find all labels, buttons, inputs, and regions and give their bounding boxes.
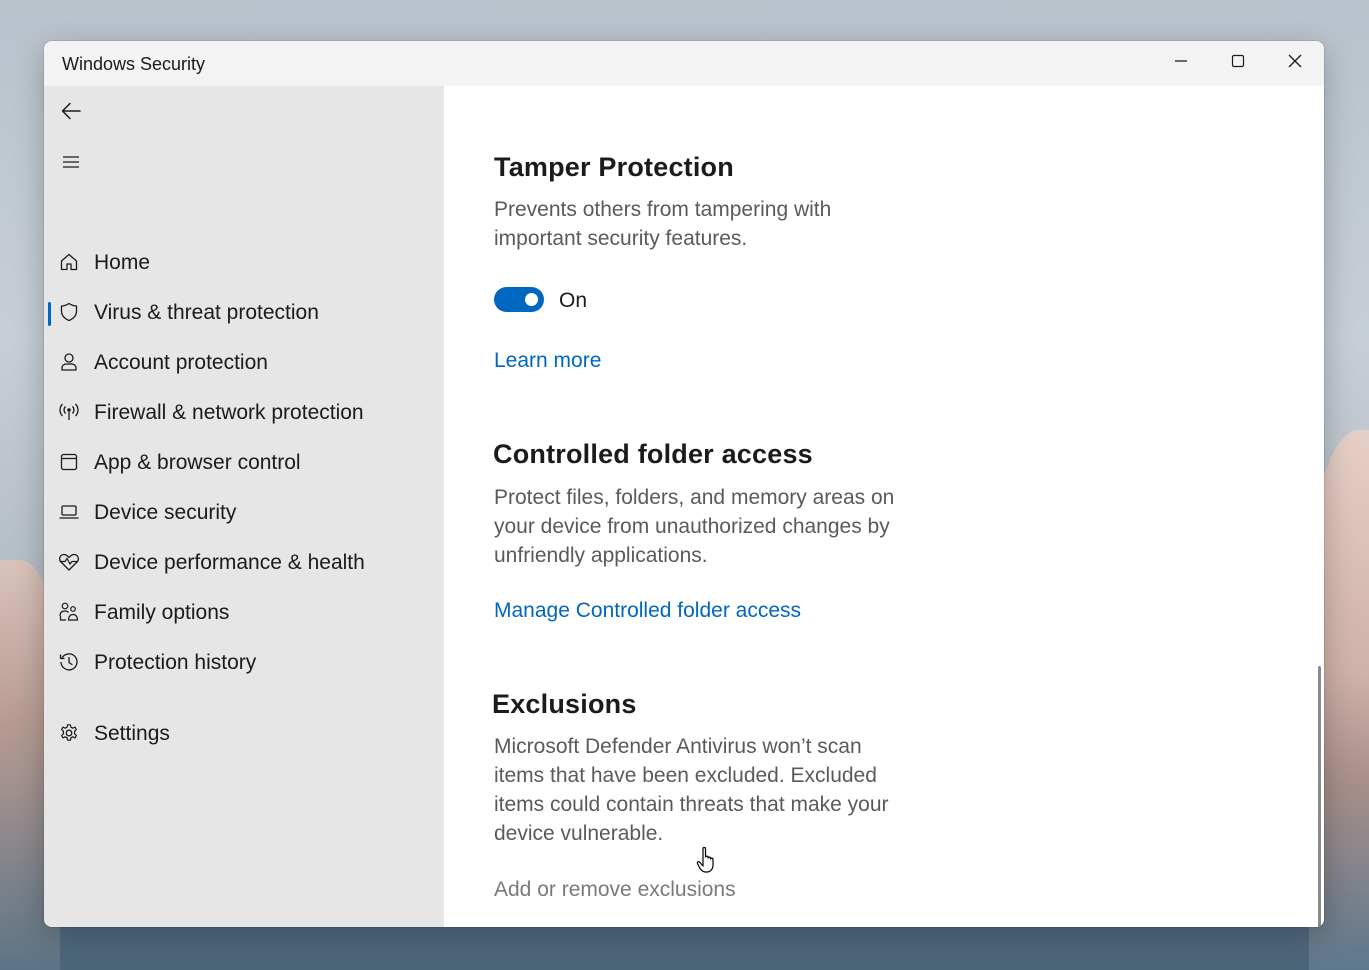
controlled-folder-access-heading: Controlled folder access bbox=[493, 439, 813, 469]
title-bar: Windows Security bbox=[44, 41, 1324, 86]
exclusions-description: Microsoft Defender Antivirus won’t scan … bbox=[494, 735, 889, 845]
person-icon bbox=[58, 351, 80, 373]
back-button[interactable] bbox=[56, 96, 86, 126]
maximize-button[interactable] bbox=[1209, 41, 1266, 81]
sidebar-item-label: Device performance & health bbox=[94, 551, 365, 574]
hamburger-menu-icon bbox=[63, 156, 79, 168]
laptop-icon bbox=[58, 501, 80, 523]
sidebar-item-firewall-network-protection[interactable]: Firewall & network protection bbox=[44, 390, 444, 434]
menu-button[interactable] bbox=[56, 147, 86, 177]
home-icon bbox=[58, 251, 80, 273]
main-content: Tamper Protection Prevents others from t… bbox=[444, 86, 1324, 927]
tamper-protection-toggle[interactable] bbox=[494, 287, 544, 312]
sidebar-item-label: Virus & threat protection bbox=[94, 301, 319, 324]
history-icon bbox=[58, 651, 80, 673]
tamper-protection-heading: Tamper Protection bbox=[494, 152, 734, 182]
sidebar-item-account-protection[interactable]: Account protection bbox=[44, 340, 444, 384]
sidebar-item-label: Home bbox=[94, 251, 151, 274]
close-button[interactable] bbox=[1266, 41, 1323, 81]
vertical-scrollbar[interactable] bbox=[1318, 666, 1321, 927]
family-icon bbox=[58, 601, 80, 623]
sidebar-item-settings[interactable]: Settings bbox=[44, 711, 444, 755]
sidebar-item-label: Firewall & network protection bbox=[94, 401, 364, 424]
antenna-icon bbox=[58, 401, 80, 423]
gear-icon bbox=[58, 722, 80, 744]
sidebar-item-label: Settings bbox=[94, 722, 170, 745]
sidebar-item-family-options[interactable]: Family options bbox=[44, 590, 444, 634]
sidebar-item-label: Account protection bbox=[94, 351, 268, 374]
sidebar-item-label: Protection history bbox=[94, 651, 257, 674]
toggle-knob bbox=[525, 293, 538, 306]
controlled-folder-access-description: Protect files, folders, and memory areas… bbox=[494, 486, 895, 567]
hand-pointer-cursor-icon bbox=[696, 846, 714, 873]
manage-controlled-folder-access-link[interactable]: Manage Controlled folder access bbox=[494, 599, 801, 623]
toggle-state-label: On bbox=[559, 289, 588, 312]
selected-indicator bbox=[48, 302, 51, 326]
windows-security-window: Windows Security Home Virus & threat pro… bbox=[44, 41, 1324, 927]
app-window-icon bbox=[58, 451, 80, 473]
minimize-icon bbox=[1174, 60, 1187, 62]
sidebar-item-device-performance-health[interactable]: Device performance & health bbox=[44, 540, 444, 584]
sidebar-item-label: Family options bbox=[94, 601, 230, 624]
navigation-sidebar: Home Virus & threat protection Account p… bbox=[44, 86, 444, 927]
shield-icon bbox=[58, 301, 80, 323]
sidebar-item-home[interactable]: Home bbox=[44, 240, 444, 284]
heart-pulse-icon bbox=[58, 551, 80, 573]
add-remove-exclusions-link[interactable]: Add or remove exclusions bbox=[494, 878, 736, 902]
exclusions-heading: Exclusions bbox=[492, 689, 637, 719]
sidebar-item-virus-threat-protection[interactable]: Virus & threat protection bbox=[44, 290, 444, 334]
sidebar-item-label: App & browser control bbox=[94, 451, 301, 474]
sidebar-item-device-security[interactable]: Device security bbox=[44, 490, 444, 534]
learn-more-link[interactable]: Learn more bbox=[494, 349, 601, 373]
back-arrow-icon bbox=[61, 102, 81, 120]
sidebar-item-protection-history[interactable]: Protection history bbox=[44, 640, 444, 684]
sidebar-item-app-browser-control[interactable]: App & browser control bbox=[44, 440, 444, 484]
close-icon bbox=[1288, 54, 1301, 68]
maximize-icon bbox=[1231, 54, 1244, 68]
window-title: Windows Security bbox=[62, 54, 206, 74]
sidebar-item-label: Device security bbox=[94, 501, 237, 524]
tamper-protection-description: Prevents others from tampering with impo… bbox=[494, 198, 832, 250]
minimize-button[interactable] bbox=[1152, 41, 1209, 81]
